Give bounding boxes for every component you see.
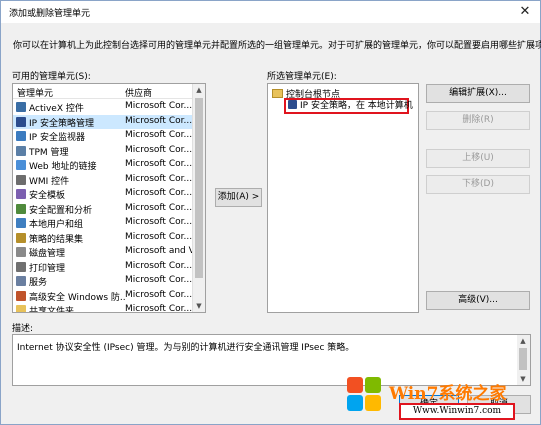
snapin-vendor: Microsoft Cor... (125, 304, 193, 313)
windows-flag-icon (347, 377, 383, 413)
title-bar: 添加或删除管理单元 ✕ (1, 1, 540, 23)
snapin-vendor: Microsoft and V... (125, 246, 193, 256)
snapin-vendor: Microsoft Cor... (125, 173, 193, 184)
tree-node-ip-security-policy-label: IP 安全策略，在 本地计算机 (300, 101, 413, 111)
security-config-icon (16, 203, 26, 214)
tree-node-ip-security-policy[interactable]: IP 安全策略，在 本地计算机 (284, 98, 413, 114)
snapin-vendor: Microsoft Cor... (125, 101, 193, 111)
list-item[interactable]: IP 安全策略管理 Microsoft Cor... (13, 114, 194, 129)
column-header-vendor[interactable]: 供应商 (125, 86, 152, 99)
shared-folder-icon (16, 305, 26, 312)
users-groups-icon (16, 218, 26, 228)
tpm-icon (16, 145, 26, 156)
printer-icon (16, 261, 26, 272)
firewall-icon (16, 290, 26, 301)
description-text: Internet 协议安全性 (IPsec) 管理。为与别的计算机进行安全通讯管… (17, 343, 355, 353)
available-snapins-label: 可用的管理单元(S): (12, 72, 91, 82)
description-label: 描述: (12, 324, 34, 334)
snapin-name: Web 地址的链接 (29, 162, 97, 172)
snapin-vendor: Microsoft Cor... (125, 159, 193, 169)
snapin-vendor: Microsoft Cor... (125, 130, 193, 140)
list-item[interactable]: 打印管理 Microsoft Cor... (13, 260, 194, 274)
list-item[interactable]: 本地用户和组 Microsoft Cor... (13, 216, 194, 230)
column-header-snapin[interactable]: 管理单元 (17, 86, 53, 99)
selected-snapins-label: 所选管理单元(E): (267, 72, 337, 82)
watermark-brand: Win7系统之家 (389, 384, 507, 404)
edit-extensions-button[interactable]: 编辑扩展(X)... (426, 84, 530, 103)
snapin-name: 服务 (29, 278, 48, 288)
folder-icon (272, 89, 283, 98)
snapin-vendor: Microsoft Cor... (125, 144, 193, 155)
snapin-name: 安全配置和分析 (29, 205, 93, 216)
snapin-vendor: Microsoft Cor... (125, 289, 193, 300)
list-item[interactable]: 共享文件夹 Microsoft Cor... (13, 303, 194, 313)
snapin-name: ActiveX 控件 (29, 104, 84, 114)
move-up-button[interactable]: 上移(U) (426, 149, 530, 168)
ip-security-monitor-icon (16, 131, 26, 141)
snapin-vendor: Microsoft Cor... (125, 115, 193, 126)
advanced-button[interactable]: 高级(V)... (426, 291, 530, 310)
ip-security-policy-icon (16, 116, 26, 127)
wmi-icon (16, 174, 26, 185)
snapin-vendor: Microsoft Cor... (125, 202, 193, 213)
disk-icon (16, 247, 26, 257)
snapin-name: IP 安全监视器 (29, 133, 85, 143)
snapin-name: 磁盘管理 (29, 249, 66, 259)
intro-text: 你可以在计算机上为此控制台选择可用的管理单元并配置所选的一组管理单元。对于可扩展… (13, 41, 541, 51)
scroll-down-arrow-icon[interactable]: ▼ (193, 300, 205, 312)
watermark-url: Www.Winwin7.com (399, 403, 515, 420)
snapin-vendor: Microsoft Cor... (125, 188, 193, 198)
snapin-vendor: Microsoft Cor... (125, 260, 193, 271)
move-down-button[interactable]: 下移(D) (426, 175, 530, 194)
list-item[interactable]: IP 安全监视器 Microsoft Cor... (13, 129, 194, 143)
list-item[interactable]: 磁盘管理 Microsoft and V... (13, 245, 194, 259)
scrollbar-thumb[interactable] (519, 348, 527, 370)
remove-button[interactable]: 删除(R) (426, 111, 530, 130)
snapin-name: 共享文件夹 (29, 307, 75, 313)
services-icon (16, 276, 26, 286)
dialog-window: 添加或删除管理单元 ✕ 你可以在计算机上为此控制台选择可用的管理单元并配置所选的… (0, 0, 541, 425)
security-template-icon (16, 189, 26, 199)
list-item[interactable]: 策略的结果集 Microsoft Cor... (13, 231, 194, 245)
snapin-name: IP 安全策略管理 (29, 118, 94, 129)
scroll-up-arrow-icon[interactable]: ▲ (517, 335, 529, 347)
list-item[interactable]: 安全模板 Microsoft Cor... (13, 187, 194, 201)
add-button[interactable]: 添加(A) > (215, 188, 262, 207)
activex-icon (16, 102, 26, 112)
close-button[interactable]: ✕ (514, 3, 536, 21)
dialog-title: 添加或删除管理单元 (9, 9, 91, 19)
snapin-name: 打印管理 (29, 263, 66, 274)
snapin-name: 高级安全 Windows 防... (29, 292, 125, 303)
ip-security-policy-icon (288, 100, 297, 109)
list-item[interactable]: ActiveX 控件 Microsoft Cor... (13, 100, 194, 114)
list-item[interactable]: 安全配置和分析 Microsoft Cor... (13, 202, 194, 216)
list-item[interactable]: Web 地址的链接 Microsoft Cor... (13, 158, 194, 172)
snapin-vendor: Microsoft Cor... (125, 275, 193, 285)
snapin-name: WMI 控件 (29, 176, 70, 187)
available-snapins-list[interactable]: 管理单元 供应商 ActiveX 控件 Microsoft Cor... IP 安全… (12, 83, 206, 313)
list-item[interactable]: 服务 Microsoft Cor... (13, 274, 194, 288)
policy-result-icon (16, 232, 26, 243)
selected-snapins-tree[interactable]: 控制台根节点 IP 安全策略，在 本地计算机 (267, 83, 419, 313)
snapin-name: TPM 管理 (29, 147, 69, 158)
list-item[interactable]: TPM 管理 Microsoft Cor... (13, 144, 194, 158)
web-link-icon (16, 160, 26, 170)
scroll-up-arrow-icon[interactable]: ▲ (193, 84, 205, 96)
available-list-header: 管理单元 供应商 (13, 84, 193, 99)
list-item[interactable]: WMI 控件 Microsoft Cor... (13, 173, 194, 187)
snapin-name: 安全模板 (29, 191, 66, 201)
scrollbar-thumb[interactable] (195, 98, 203, 278)
list-item[interactable]: 高级安全 Windows 防... Microsoft Cor... (13, 289, 194, 303)
snapin-vendor: Microsoft Cor... (125, 217, 193, 227)
snapin-vendor: Microsoft Cor... (125, 231, 193, 242)
snapin-name: 本地用户和组 (29, 220, 84, 230)
available-list-scrollbar[interactable]: ▲ ▼ (192, 84, 205, 312)
snapin-name: 策略的结果集 (29, 234, 84, 245)
watermark: Win7系统之家 Www.Winwin7.com (341, 373, 539, 423)
